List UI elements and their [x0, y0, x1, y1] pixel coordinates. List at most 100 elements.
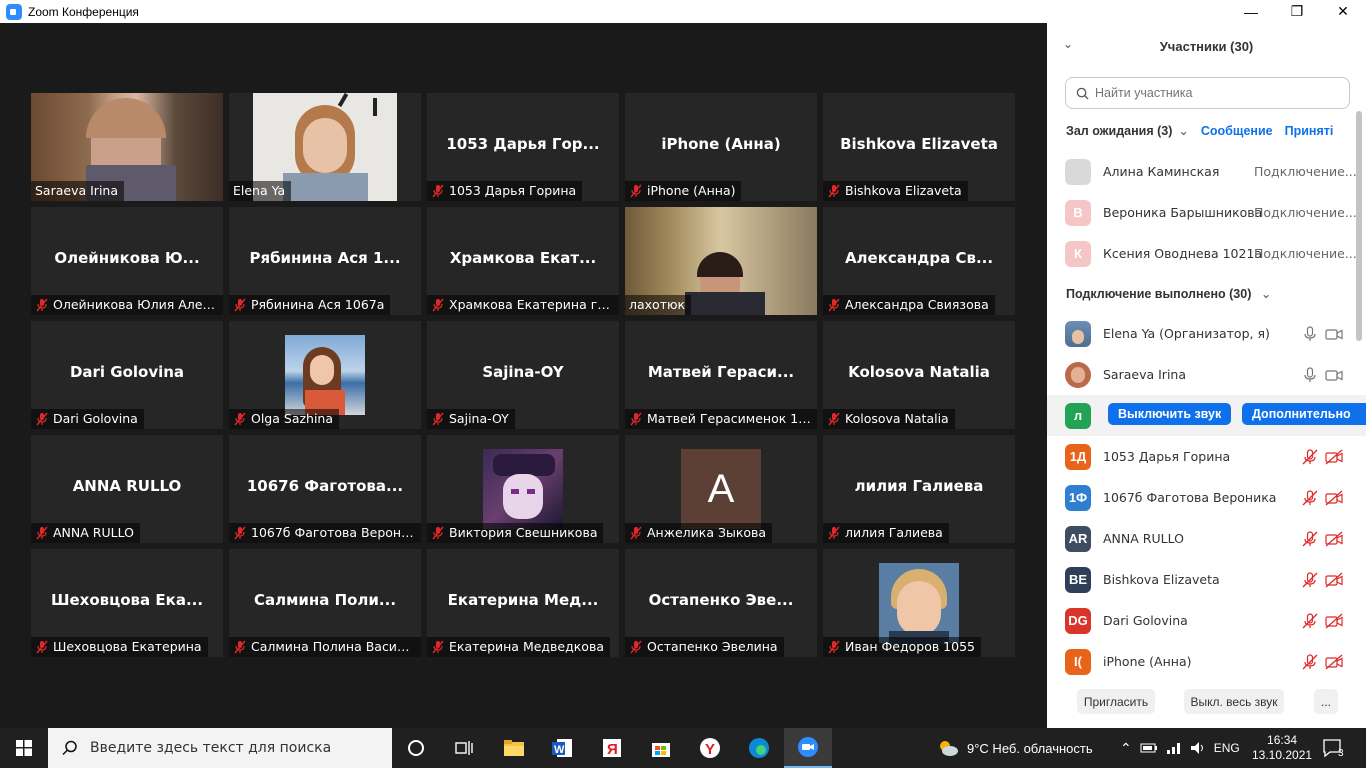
tile-name-label: iPhone (Анна) — [625, 181, 742, 201]
volume-icon[interactable] — [1190, 741, 1206, 755]
participant-name: 1053 Дарья Горина — [1103, 449, 1231, 464]
participant-video-tile[interactable]: Екатерина Мед... Екатерина Медведкова — [427, 549, 619, 657]
maximize-button[interactable]: ❐ — [1274, 0, 1320, 23]
tile-name-text: Екатерина Медведкова — [449, 639, 604, 654]
connected-participant-row[interactable]: Saraeva Irina — [1047, 354, 1366, 395]
participant-video-tile[interactable]: Олейникова Ю... Олейникова Юлия Алекса... — [31, 207, 223, 315]
mic-muted-icon[interactable] — [1301, 448, 1319, 466]
message-link[interactable]: Сообщение — [1201, 124, 1273, 138]
chevron-down-icon[interactable]: ⌄ — [1063, 37, 1073, 51]
notification-center-button[interactable]: 3 — [1322, 728, 1344, 768]
zoom-taskbar-icon[interactable] — [784, 728, 832, 768]
language-indicator[interactable]: ENG — [1214, 741, 1240, 755]
microphone-icon[interactable] — [1301, 325, 1319, 343]
participant-video-tile[interactable]: A Анжелика Зыкова — [625, 435, 817, 543]
camera-off-icon[interactable] — [1325, 489, 1343, 507]
mic-muted-icon[interactable] — [1301, 612, 1319, 630]
battery-icon[interactable] — [1140, 741, 1158, 755]
camera-off-icon[interactable] — [1325, 653, 1343, 671]
word-icon[interactable]: W — [538, 728, 586, 768]
tile-name-label: лахотюк — [625, 295, 692, 315]
edge-icon[interactable] — [735, 728, 783, 768]
invite-button[interactable]: Пригласить — [1077, 689, 1155, 714]
camera-off-icon[interactable] — [1325, 448, 1343, 466]
connected-participant-row[interactable]: 1Ф 1067б Фаготова Вероника — [1047, 477, 1366, 518]
cortana-icon[interactable] — [392, 728, 440, 768]
mic-muted-icon[interactable] — [1301, 530, 1319, 548]
waiting-room-title: Зал ожидания (3) — [1066, 123, 1173, 138]
more-options-button[interactable]: ... — [1314, 689, 1338, 714]
participant-status: Подключение... — [1254, 246, 1357, 261]
chevron-up-icon[interactable]: ⌃ — [1120, 740, 1132, 757]
participant-video-tile[interactable]: Храмкова Екат... Храмкова Екатерина груп.… — [427, 207, 619, 315]
connected-participant-row[interactable]: I(iPhone (Анна) — [1047, 641, 1366, 682]
waiting-participant-row[interactable]: Алина Каминская Подключение... — [1047, 151, 1366, 192]
file-explorer-icon[interactable] — [490, 728, 538, 768]
chevron-down-icon[interactable]: ⌄ — [1261, 287, 1271, 301]
network-icon[interactable] — [1166, 741, 1182, 755]
mic-muted-icon[interactable] — [1301, 653, 1319, 671]
participant-search-input[interactable]: Найти участника — [1065, 77, 1350, 109]
mute-all-button[interactable]: Выкл. весь звук — [1184, 689, 1284, 714]
clock[interactable]: 16:34 13.10.2021 — [1252, 728, 1312, 768]
participant-video-tile[interactable]: Виктория Свешникова — [427, 435, 619, 543]
waiting-participant-row[interactable]: К Ксения Оводнева 1021а Подключение... — [1047, 233, 1366, 274]
participant-video-tile[interactable]: 10676 Фаготова... 1067б Фаготова Вероника — [229, 435, 421, 543]
mic-muted-icon[interactable] — [1301, 571, 1319, 589]
participant-video-tile[interactable]: Рябинина Ася 1... Рябинина Ася 1067а — [229, 207, 421, 315]
camera-icon[interactable] — [1325, 325, 1343, 343]
taskbar-search-input[interactable]: Введите здесь текст для поиска — [48, 728, 392, 768]
participant-video-tile[interactable]: Bishkova Elizaveta Bishkova Elizaveta — [823, 93, 1015, 201]
connected-participant-row[interactable]: 1Д 1053 Дарья Горина — [1047, 436, 1366, 477]
camera-off-icon[interactable] — [1325, 571, 1343, 589]
participant-video-tile[interactable]: ANNA RULLO ANNA RULLO — [31, 435, 223, 543]
connected-participant-row[interactable]: л Выключить звук Дополнительно — [1047, 395, 1366, 436]
participant-video-tile[interactable]: iPhone (Анна) iPhone (Анна) — [625, 93, 817, 201]
waiting-participant-row[interactable]: В Вероника Барышникова Подключение... — [1047, 192, 1366, 233]
initial-avatar: A — [681, 449, 761, 529]
participant-video-tile[interactable]: Dari Golovina Dari Golovina — [31, 321, 223, 429]
minimize-button[interactable]: — — [1228, 0, 1274, 23]
participant-video-tile[interactable]: лилия Галиева лилия Галиева — [823, 435, 1015, 543]
panel-scrollbar[interactable] — [1356, 111, 1362, 341]
participant-video-tile[interactable]: Sajina-OY Sajina-OY — [427, 321, 619, 429]
participant-video-tile[interactable]: Saraeva Irina — [31, 93, 223, 201]
microphone-icon[interactable] — [1301, 366, 1319, 384]
connected-participant-row[interactable]: BE Bishkova Elizaveta — [1047, 559, 1366, 600]
admit-link[interactable]: Приняті — [1285, 124, 1334, 138]
yandex-browser-icon[interactable]: Y — [686, 728, 734, 768]
participant-video-tile[interactable]: Матвей Гераси... Матвей Герасименок 1051а — [625, 321, 817, 429]
connected-participant-row[interactable]: DG Dari Golovina — [1047, 600, 1366, 641]
task-view-icon[interactable] — [440, 728, 488, 768]
participant-video-tile[interactable]: лахотюк — [625, 207, 817, 315]
camera-off-icon[interactable] — [1325, 530, 1343, 548]
start-button[interactable] — [0, 728, 48, 768]
connected-participant-row[interactable]: AR ANNA RULLO — [1047, 518, 1366, 559]
camera-icon[interactable] — [1325, 366, 1343, 384]
participant-video-tile[interactable]: Остапенко Эве... Остапенко Эвелина — [625, 549, 817, 657]
chevron-down-icon[interactable]: ⌄ — [1178, 123, 1188, 138]
mic-muted-icon — [827, 184, 841, 198]
connected-participant-row[interactable]: Elena Ya (Организатор, я) — [1047, 313, 1366, 354]
participant-avatar — [1065, 361, 1091, 388]
more-participant-options-button[interactable]: Дополнительно — [1242, 403, 1366, 425]
camera-off-icon[interactable] — [1325, 612, 1343, 630]
participant-video-tile[interactable]: Александра Св... Александра Свиязова — [823, 207, 1015, 315]
participant-video-tile[interactable]: Салмина Поли... Салмина Полина Василье... — [229, 549, 421, 657]
mic-muted-icon — [35, 526, 49, 540]
weather-widget[interactable]: 9°C Неб. облачность — [937, 728, 1093, 768]
participant-video-tile[interactable]: Kolosova Natalia Kolosova Natalia — [823, 321, 1015, 429]
store-icon[interactable] — [637, 728, 685, 768]
mic-muted-icon[interactable] — [1301, 489, 1319, 507]
participant-video-tile[interactable]: Elena Ya — [229, 93, 421, 201]
participant-video-tile[interactable]: Olga Sazhina — [229, 321, 421, 429]
participant-video-tile[interactable]: 1053 Дарья Гор... 1053 Дарья Горина — [427, 93, 619, 201]
mute-participant-button[interactable]: Выключить звук — [1108, 403, 1232, 425]
participant-video-tile[interactable]: Иван Федоров 1055 — [823, 549, 1015, 657]
participant-video-tile[interactable]: Шеховцова Ека... Шеховцова Екатерина — [31, 549, 223, 657]
window-title: Zoom Конференция — [28, 4, 139, 19]
participant-name: Bishkova Elizaveta — [1103, 572, 1220, 587]
waiting-room-header: Зал ожидания (3) ⌄ Сообщение Приняті — [1066, 123, 1366, 139]
close-button[interactable]: ✕ — [1320, 0, 1366, 23]
yandex-icon[interactable]: Я — [588, 728, 636, 768]
